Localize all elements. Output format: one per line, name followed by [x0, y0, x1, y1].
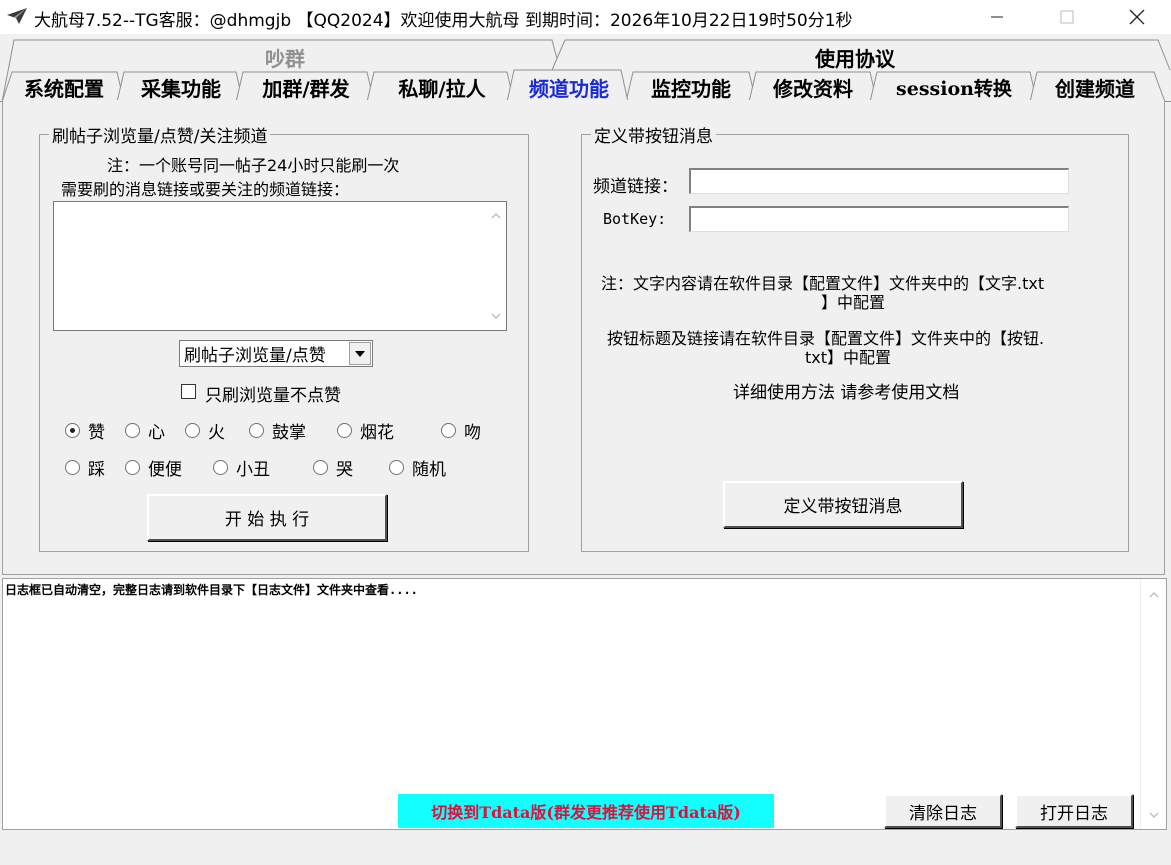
button-config-note-cont: txt】中配置 — [805, 348, 892, 367]
text-config-note-cont: 】中配置 — [821, 293, 886, 312]
tab-label: 吵群 — [265, 46, 305, 71]
reaction-label: 火 — [208, 423, 225, 443]
only-views-checkbox[interactable] — [181, 384, 196, 399]
tab-private-chat[interactable]: 私聊/拉人 — [378, 72, 506, 102]
tab-system-config[interactable]: 系统配置 — [14, 72, 114, 102]
tab-monitor[interactable]: 监控功能 — [636, 72, 746, 102]
only-views-label: 只刷浏览量不点赞 — [205, 386, 341, 406]
reaction-heart-radio[interactable]: 心 — [125, 418, 165, 443]
scroll-up-icon — [491, 212, 501, 219]
boost-group-title: 刷帖子浏览量/点赞/关注频道 — [49, 122, 271, 147]
radio-dot — [389, 460, 404, 475]
reaction-clap-radio[interactable]: 鼓掌 — [249, 418, 306, 443]
tab-label: 系统配置 — [24, 76, 104, 101]
mode-select[interactable]: 刷帖子浏览量/点赞 — [179, 340, 373, 367]
radio-dot — [65, 423, 80, 438]
reaction-clown-radio[interactable]: 小丑 — [213, 455, 270, 480]
link-textarea[interactable] — [53, 201, 507, 331]
tab-edit-profile[interactable]: 修改资料 — [758, 72, 868, 102]
channel-link-input[interactable] — [689, 168, 1069, 194]
paper-plane-icon — [7, 8, 27, 24]
reaction-label: 鼓掌 — [272, 423, 306, 443]
tab-collect[interactable]: 采集功能 — [128, 72, 234, 102]
radio-dot — [125, 460, 140, 475]
reaction-label: 随机 — [412, 460, 446, 480]
reaction-label: 心 — [148, 423, 165, 443]
log-scrollbar[interactable] — [1140, 579, 1166, 829]
channel-panel: 刷帖子浏览量/点赞/关注频道 注：一个账号同一帖子24小时只能刷一次 需要刷的消… — [2, 100, 1165, 575]
radio-dot — [65, 460, 80, 475]
reaction-label: 哭 — [336, 460, 353, 480]
tab-label: session转换 — [896, 77, 1012, 100]
scroll-up-icon — [1149, 591, 1159, 598]
define-button-message-button[interactable]: 定义带按钮消息 — [723, 481, 963, 528]
tab-channel[interactable]: 频道功能 — [516, 72, 622, 102]
title-bar: 大航母7.52--TG客服：@dhmgjb 【QQ2024】欢迎使用大航母 到期… — [0, 0, 1171, 34]
reaction-poop-radio[interactable]: 便便 — [125, 455, 182, 480]
tab-label: 监控功能 — [651, 76, 731, 101]
tab-session-convert[interactable]: session转换 — [878, 72, 1030, 102]
scroll-down-icon — [1149, 812, 1159, 819]
radio-dot — [441, 423, 456, 438]
tab-label: 使用协议 — [815, 46, 895, 71]
log-text: 日志框已自动清空，完整日志请到软件目录下【日志文件】文件夹中查看.... — [5, 583, 418, 597]
usage-doc-note: 详细使用方法 请参考使用文档 — [733, 383, 960, 403]
reaction-fire-radio[interactable]: 火 — [185, 418, 225, 443]
reaction-label: 便便 — [148, 460, 182, 480]
radio-dot — [249, 423, 264, 438]
reaction-kiss-radio[interactable]: 吻 — [441, 418, 481, 443]
radio-dot — [125, 423, 140, 438]
mode-select-dropdown[interactable] — [349, 342, 371, 365]
radio-dot — [313, 460, 328, 475]
triangle-down-icon — [355, 350, 365, 357]
tab-join-group[interactable]: 加群/群发 — [246, 72, 366, 102]
reaction-fireworks-radio[interactable]: 烟花 — [337, 418, 394, 443]
tab-label: 私聊/拉人 — [398, 76, 486, 101]
reaction-label: 赞 — [88, 423, 105, 443]
close-icon — [1129, 9, 1145, 25]
log-box[interactable]: 日志框已自动清空，完整日志请到软件目录下【日志文件】文件夹中查看.... — [2, 578, 1167, 830]
status-bar — [0, 832, 1171, 865]
open-log-button[interactable]: 打开日志 — [1015, 794, 1133, 828]
reaction-label: 踩 — [88, 460, 105, 480]
botkey-label: BotKey: — [603, 210, 667, 228]
limit-note: 注：一个账号同一帖子24小时只能刷一次 — [107, 156, 400, 175]
reaction-random-radio[interactable]: 随机 — [389, 455, 446, 480]
clear-log-button[interactable]: 清除日志 — [884, 794, 1002, 828]
tab-label: 采集功能 — [141, 76, 221, 101]
reaction-label: 小丑 — [236, 460, 270, 480]
radio-dot — [337, 423, 352, 438]
link-label: 需要刷的消息链接或要关注的频道链接： — [61, 180, 350, 199]
switch-tdata-button[interactable]: 切换到Tdata版(群发更推荐使用Tdata版) — [398, 794, 774, 828]
close-button[interactable] — [1102, 0, 1171, 34]
tab-label: 创建频道 — [1055, 76, 1135, 101]
scroll-down-icon — [491, 313, 501, 320]
maximize-button[interactable] — [1032, 0, 1102, 34]
channel-link-label: 频道链接： — [593, 177, 678, 197]
reaction-label: 吻 — [464, 423, 481, 443]
maximize-icon — [1060, 10, 1074, 24]
tab-create-channel[interactable]: 创建频道 — [1040, 72, 1150, 102]
mode-select-value: 刷帖子浏览量/点赞 — [184, 346, 326, 366]
minimize-icon — [991, 16, 1003, 18]
tab-label: 修改资料 — [773, 76, 853, 101]
tab-label: 频道功能 — [529, 76, 609, 101]
window-title: 大航母7.52--TG客服：@dhmgjb 【QQ2024】欢迎使用大航母 到期… — [34, 11, 853, 31]
button-message-group-title: 定义带按钮消息 — [591, 122, 716, 147]
tab-label: 加群/群发 — [262, 76, 350, 101]
start-button[interactable]: 开 始 执 行 — [147, 494, 387, 541]
botkey-input[interactable] — [689, 206, 1069, 232]
textarea-scrollbar[interactable] — [486, 202, 506, 330]
reaction-cry-radio[interactable]: 哭 — [313, 455, 353, 480]
radio-dot — [185, 423, 200, 438]
reaction-dislike-radio[interactable]: 踩 — [65, 455, 105, 480]
tab-chaoqun[interactable]: 吵群 — [200, 42, 370, 72]
tab-usage-agreement[interactable]: 使用协议 — [760, 42, 950, 72]
reaction-like-radio[interactable]: 赞 — [65, 418, 105, 443]
minimize-button[interactable] — [962, 0, 1032, 34]
radio-dot — [213, 460, 228, 475]
reaction-label: 烟花 — [360, 423, 394, 443]
